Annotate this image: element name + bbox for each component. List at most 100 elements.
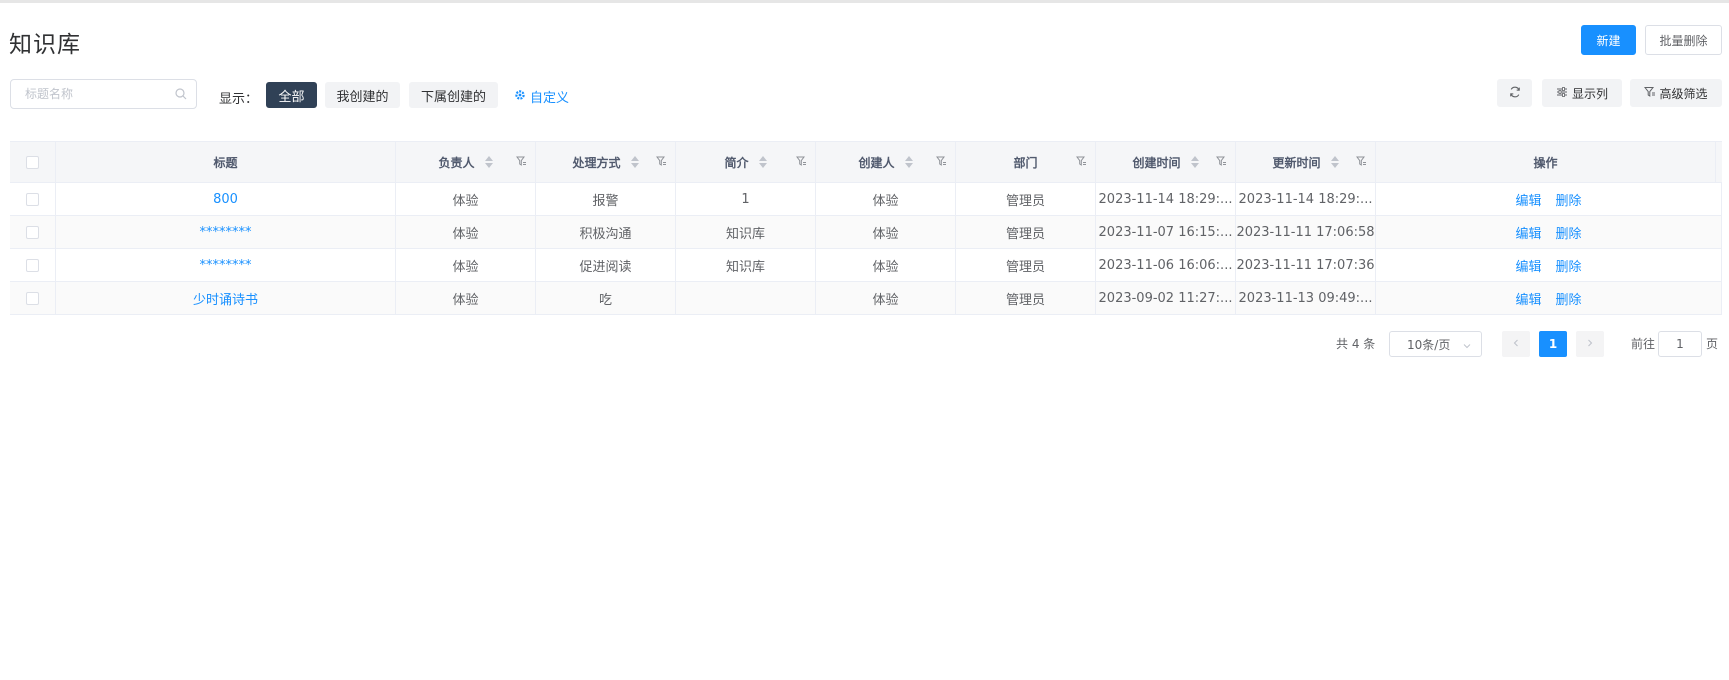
- table-row: ******** 体验 促进阅读 知识库 体验 管理员 2023-11-06 1…: [10, 249, 1722, 282]
- filter-icon: [1644, 86, 1656, 101]
- table-row: 800 体验 报警 1 体验 管理员 2023-11-14 18:29:... …: [10, 183, 1722, 216]
- column-filter-icon[interactable]: [936, 156, 947, 170]
- column-header-creator[interactable]: 创建人: [816, 142, 956, 182]
- table-row: ******** 体验 积极沟通 知识库 体验 管理员 2023-11-07 1…: [10, 216, 1722, 249]
- row-updated: 2023-11-14 18:29:...: [1236, 183, 1376, 215]
- column-header-title: 标题: [56, 142, 396, 182]
- row-updated: 2023-11-13 09:49:...: [1236, 282, 1376, 314]
- goto-page-input[interactable]: 1: [1658, 331, 1702, 357]
- sort-icon[interactable]: [1190, 156, 1199, 168]
- gear-icon: [514, 89, 526, 105]
- row-checkbox[interactable]: [26, 192, 39, 206]
- column-filter-icon[interactable]: [1076, 156, 1087, 170]
- sort-icon[interactable]: [630, 156, 639, 168]
- sort-icon[interactable]: [904, 156, 913, 168]
- edit-link[interactable]: 编辑: [1515, 223, 1541, 242]
- column-header-intro[interactable]: 简介: [676, 142, 816, 182]
- refresh-icon: [1509, 86, 1521, 101]
- sort-icon[interactable]: [1330, 156, 1339, 168]
- page-number-active[interactable]: 1: [1539, 331, 1567, 357]
- row-title-link[interactable]: ********: [56, 216, 396, 248]
- top-divider: [0, 0, 1729, 3]
- row-created: 2023-11-07 16:15:...: [1096, 216, 1236, 248]
- prev-page-button[interactable]: [1502, 331, 1530, 357]
- custom-filter-label: 自定义: [530, 91, 570, 106]
- new-button[interactable]: 新建: [1581, 25, 1636, 55]
- row-updated: 2023-11-11 17:06:58: [1236, 216, 1376, 248]
- row-creator: 体验: [816, 216, 956, 248]
- delete-link[interactable]: 删除: [1556, 223, 1582, 242]
- row-title-link[interactable]: 800: [56, 183, 396, 215]
- page-size-value: 10条/页: [1407, 337, 1451, 352]
- filter-subordinate-button[interactable]: 下属创建的: [409, 82, 498, 108]
- column-settings-button[interactable]: 显示列: [1542, 79, 1622, 107]
- row-dept: 管理员: [956, 282, 1096, 314]
- chevron-right-icon: [1585, 337, 1595, 351]
- show-label: 显示：: [219, 92, 259, 107]
- edit-link[interactable]: 编辑: [1515, 256, 1541, 275]
- table-row: 少时诵诗书 体验 吃 体验 管理员 2023-09-02 11:27:... 2…: [10, 282, 1722, 315]
- row-creator: 体验: [816, 249, 956, 281]
- goto-label: 前往: [1631, 336, 1656, 351]
- row-owner: 体验: [396, 183, 536, 215]
- refresh-button[interactable]: [1497, 79, 1532, 107]
- filter-mine-button[interactable]: 我创建的: [325, 82, 400, 108]
- table-header: 标题 负责人 处理方式 简介 创建人 部门 创建时间 更新时间 操作: [10, 141, 1722, 183]
- page-size-select[interactable]: 10条/页: [1389, 331, 1482, 357]
- row-updated: 2023-11-11 17:07:36: [1236, 249, 1376, 281]
- advanced-filter-label: 高级筛选: [1659, 86, 1708, 101]
- row-creator: 体验: [816, 282, 956, 314]
- page-suffix: 页: [1706, 336, 1719, 351]
- column-filter-icon[interactable]: [1216, 156, 1227, 170]
- column-filter-icon[interactable]: [1356, 156, 1367, 170]
- select-all-checkbox[interactable]: [26, 155, 39, 169]
- search-box: [10, 79, 197, 109]
- sort-icon[interactable]: [484, 156, 493, 168]
- search-icon[interactable]: [175, 88, 187, 104]
- column-header-method[interactable]: 处理方式: [536, 142, 676, 182]
- row-creator: 体验: [816, 183, 956, 215]
- column-header-owner[interactable]: 负责人: [396, 142, 536, 182]
- column-filter-icon[interactable]: [796, 156, 807, 170]
- row-intro: 知识库: [676, 216, 816, 248]
- batch-delete-button[interactable]: 批量删除: [1645, 25, 1722, 55]
- column-filter-icon[interactable]: [656, 156, 667, 170]
- column-header-dept[interactable]: 部门: [956, 142, 1096, 182]
- row-intro: [676, 282, 816, 314]
- row-dept: 管理员: [956, 216, 1096, 248]
- custom-filter-link[interactable]: 自定义: [514, 87, 569, 106]
- column-header-updated[interactable]: 更新时间: [1236, 142, 1376, 182]
- column-filter-icon[interactable]: [516, 156, 527, 170]
- delete-link[interactable]: 删除: [1556, 190, 1582, 209]
- row-owner: 体验: [396, 249, 536, 281]
- row-title-link[interactable]: 少时诵诗书: [56, 282, 396, 314]
- row-dept: 管理员: [956, 183, 1096, 215]
- row-checkbox[interactable]: [26, 225, 39, 239]
- row-owner: 体验: [396, 216, 536, 248]
- pagination-total: 共 4 条: [1336, 336, 1376, 351]
- row-owner: 体验: [396, 282, 536, 314]
- page-title: 知识库: [9, 32, 81, 58]
- sort-icon[interactable]: [758, 156, 767, 168]
- edit-link[interactable]: 编辑: [1515, 190, 1541, 209]
- row-checkbox[interactable]: [26, 258, 39, 272]
- filter-all-button[interactable]: 全部: [266, 82, 317, 108]
- search-input[interactable]: [25, 80, 175, 108]
- row-checkbox[interactable]: [26, 291, 39, 305]
- row-title-link[interactable]: ********: [56, 249, 396, 281]
- row-created: 2023-11-06 16:06:...: [1096, 249, 1236, 281]
- header-select-all: [10, 142, 56, 182]
- edit-link[interactable]: 编辑: [1515, 289, 1541, 308]
- row-intro: 知识库: [676, 249, 816, 281]
- advanced-filter-button[interactable]: 高级筛选: [1630, 79, 1722, 107]
- chevron-left-icon: [1511, 337, 1521, 351]
- column-header-created[interactable]: 创建时间: [1096, 142, 1236, 182]
- row-method: 促进阅读: [536, 249, 676, 281]
- sliders-icon: [1556, 86, 1568, 101]
- delete-link[interactable]: 删除: [1556, 289, 1582, 308]
- column-settings-label: 显示列: [1571, 86, 1608, 101]
- next-page-button[interactable]: [1576, 331, 1604, 357]
- row-created: 2023-11-14 18:29:...: [1096, 183, 1236, 215]
- chevron-down-icon: [1462, 340, 1472, 354]
- delete-link[interactable]: 删除: [1556, 256, 1582, 275]
